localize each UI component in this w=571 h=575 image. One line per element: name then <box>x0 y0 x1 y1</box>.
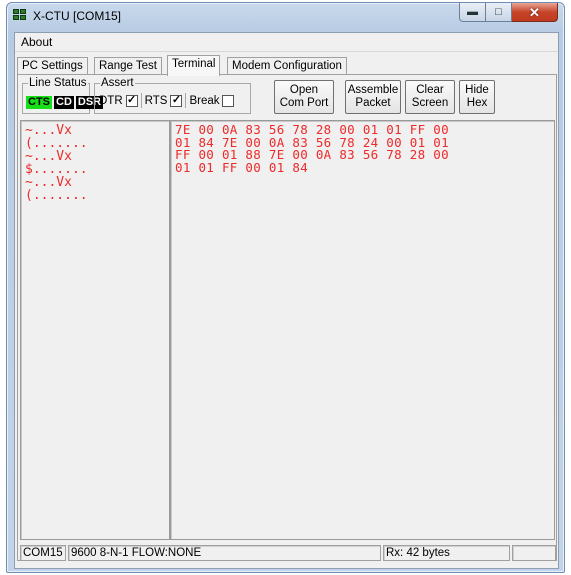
assert-group: Assert DTR ✓ RTS ✓ Break <box>94 76 251 114</box>
app-icon <box>13 9 27 21</box>
open-com-port-line1: Open <box>289 84 319 96</box>
clear-screen-line1: Clear <box>416 84 444 96</box>
terminal-panel: Line Status CTS CD DSR Assert DTR ✓ RTS ✓ … <box>17 74 557 561</box>
tab-range-test[interactable]: Range Test <box>94 57 162 75</box>
break-checkbox[interactable] <box>222 94 235 107</box>
menu-about[interactable]: About <box>21 35 52 49</box>
client-area: About PC Settings Range Test Terminal Mo… <box>14 32 559 569</box>
status-extra <box>512 545 556 561</box>
tab-pc-settings[interactable]: PC Settings <box>17 57 88 75</box>
status-rx-count: Rx: 42 bytes <box>383 545 510 561</box>
menu-bar: About <box>15 33 558 52</box>
tab-terminal[interactable]: Terminal <box>167 55 221 76</box>
cd-indicator: CD <box>54 96 74 109</box>
clear-screen-line2: Screen <box>411 97 449 109</box>
close-icon: ✕ <box>529 4 540 20</box>
open-com-port-line2: Com Port <box>279 97 329 109</box>
clear-screen-button[interactable]: Clear Screen <box>405 80 455 114</box>
app-window: X-CTU [COM15] ▬ □ ✕ About PC Settings Ra… <box>6 2 565 573</box>
maximize-button[interactable]: □ <box>486 3 512 22</box>
maximize-icon: □ <box>495 5 502 18</box>
status-bar: COM15 9600 8-N-1 FLOW:NONE Rx: 42 bytes <box>20 545 556 561</box>
close-button[interactable]: ✕ <box>512 3 558 22</box>
assemble-packet-line1: Assemble <box>347 84 399 96</box>
hex-line: 01 01 FF 00 01 84 <box>175 159 309 175</box>
line-status-label: Line Status <box>28 76 88 90</box>
window-title: X-CTU [COM15] <box>33 9 122 23</box>
rts-label: RTS <box>144 94 168 107</box>
status-settings: 9600 8-N-1 FLOW:NONE <box>68 545 381 561</box>
hide-hex-line2: Hex <box>466 97 488 109</box>
line-status-group: Line Status CTS CD DSR <box>22 76 104 114</box>
minimize-icon: ▬ <box>467 5 478 18</box>
assert-label: Assert <box>100 76 135 90</box>
hide-hex-button[interactable]: Hide Hex <box>459 80 495 114</box>
hex-terminal-pane[interactable]: 7E 00 0A 83 56 78 28 00 01 01 FF 00 01 8… <box>170 120 555 540</box>
cts-indicator: CTS <box>26 96 52 109</box>
hide-hex-line1: Hide <box>465 84 489 96</box>
break-label: Break <box>189 94 220 107</box>
rts-checkbox[interactable]: ✓ <box>170 94 183 107</box>
dtr-label: DTR <box>99 94 123 107</box>
window-controls: ▬ □ ✕ <box>459 3 558 23</box>
assemble-packet-line2: Packet <box>355 97 391 109</box>
status-port: COM15 <box>20 545 66 561</box>
tab-modem-configuration[interactable]: Modem Configuration <box>227 57 347 75</box>
minimize-button[interactable]: ▬ <box>459 3 486 22</box>
ascii-terminal-pane[interactable]: ~...Vx (....... ~...Vx $....... ~...Vx (… <box>20 120 170 540</box>
open-com-port-button[interactable]: Open Com Port <box>274 80 334 114</box>
ascii-line: (....... <box>25 188 88 203</box>
dtr-checkbox[interactable]: ✓ <box>125 94 138 107</box>
title-bar[interactable]: X-CTU [COM15] ▬ □ ✕ <box>7 3 564 31</box>
assemble-packet-button[interactable]: Assemble Packet <box>345 80 401 114</box>
